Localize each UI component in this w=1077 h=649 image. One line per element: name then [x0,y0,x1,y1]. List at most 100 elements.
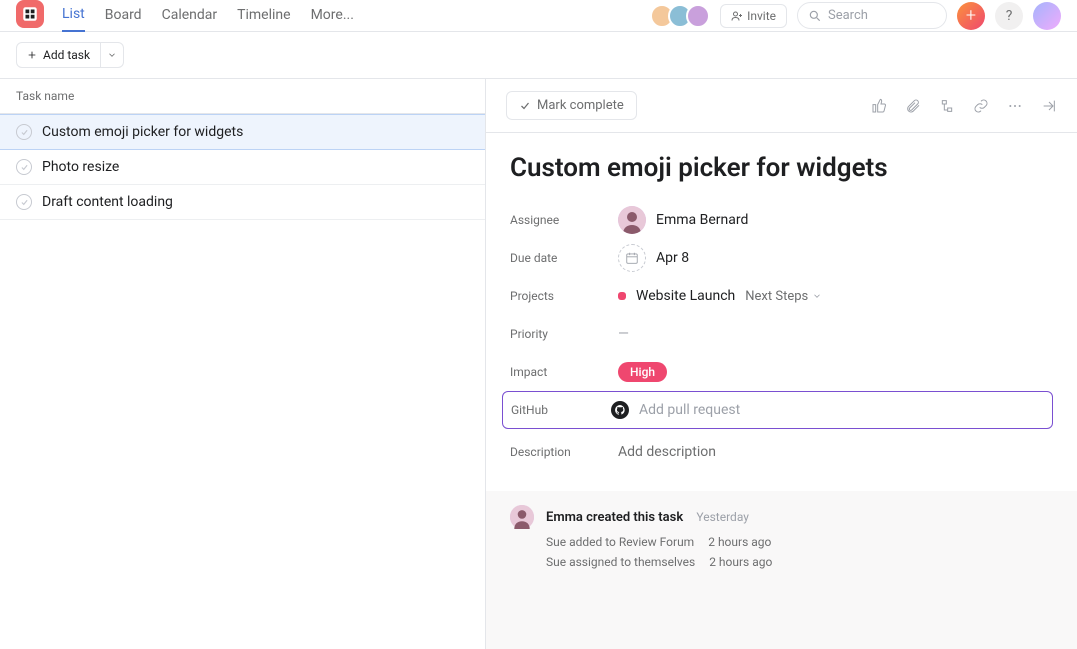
search-input[interactable]: Search [797,2,947,29]
activity-sub-text: Sue assigned to themselves [546,555,695,569]
detail-action-icons [871,98,1057,114]
search-icon [808,9,822,23]
task-detail-pane: Mark complete Custom emoji picker for wi… [485,79,1077,649]
activity-text: Emma created this task Yesterday [546,510,749,525]
person-plus-icon [731,10,743,22]
impact-label: Impact [510,365,618,379]
detail-toolbar: Mark complete [486,79,1077,133]
field-assignee[interactable]: Assignee Emma Bernard [510,201,1053,239]
toolbar: Add task [0,32,1077,79]
like-button[interactable] [871,98,887,114]
field-due-date[interactable]: Due date Apr 8 [510,239,1053,277]
top-bar: List Board Calendar Timeline More... Inv… [0,0,1077,32]
tab-list[interactable]: List [62,0,85,32]
tab-more[interactable]: More... [311,1,354,31]
task-row[interactable]: Draft content loading [0,185,485,220]
activity-sub-time: 2 hours ago [708,535,771,549]
avatar-icon [510,505,534,529]
impact-badge: High [618,362,667,382]
help-button[interactable]: ? [995,2,1023,30]
paperclip-icon [905,98,921,114]
activity-time: Yesterday [696,510,749,524]
task-name: Photo resize [42,159,119,175]
current-user-avatar[interactable] [1033,2,1061,30]
assignee-label: Assignee [510,213,618,227]
add-task-label: Add task [43,48,90,62]
mark-complete-button[interactable]: Mark complete [506,91,637,120]
tab-timeline[interactable]: Timeline [237,1,290,31]
link-icon [973,98,989,114]
description-placeholder: Add description [618,444,716,460]
check-icon [20,198,29,207]
project-icon[interactable] [16,0,44,28]
activity-sub-time: 2 hours ago [709,555,772,569]
project-color-dot [618,292,626,300]
attachment-button[interactable] [905,98,921,114]
github-placeholder: Add pull request [639,402,740,418]
more-horizontal-icon [1007,98,1023,114]
description-label: Description [510,445,618,459]
invite-button[interactable]: Invite [720,4,787,28]
add-task-button[interactable]: Add task [16,42,101,68]
projects-label: Projects [510,289,618,303]
close-detail-button[interactable] [1041,98,1057,114]
tab-board[interactable]: Board [105,1,142,31]
search-placeholder: Search [828,8,868,23]
detail-body: Custom emoji picker for widgets Assignee… [486,133,1077,491]
invite-label: Invite [747,9,776,23]
member-avatars[interactable] [656,4,710,28]
activity-actor: Emma [546,510,583,525]
avatar-icon [618,206,646,234]
add-task-split-button: Add task [16,42,124,68]
assignee-name: Emma Bernard [656,212,748,228]
thumbs-up-icon [871,98,887,114]
assignee-avatar [618,206,646,234]
copy-link-button[interactable] [973,98,989,114]
project-section-dropdown[interactable]: Next Steps [745,289,822,304]
check-icon [20,163,29,172]
check-icon [20,128,29,137]
due-date-value: Apr 8 [656,250,689,266]
due-date-label: Due date [510,251,618,265]
plus-icon [27,50,37,60]
complete-toggle[interactable] [16,159,32,175]
more-actions-button[interactable] [1007,98,1023,114]
check-icon [519,100,531,112]
priority-label: Priority [510,327,618,341]
main-split: Task name Custom emoji picker for widget… [0,79,1077,649]
complete-toggle[interactable] [16,124,32,140]
field-impact[interactable]: Impact High [510,353,1053,391]
subtask-button[interactable] [939,98,955,114]
activity-action: created this task [586,510,683,525]
task-title[interactable]: Custom emoji picker for widgets [510,153,1053,183]
activity-feed: Emma created this task Yesterday Sue add… [486,491,1077,649]
activity-avatar [510,505,534,529]
add-task-dropdown[interactable] [101,42,124,68]
task-list-pane: Task name Custom emoji picker for widget… [0,79,485,649]
topbar-right: Invite Search + ? [656,2,1061,30]
mark-complete-label: Mark complete [537,98,624,113]
activity-sub-text: Sue added to Review Forum [546,535,694,549]
activity-sub-entry: Sue added to Review Forum 2 hours ago [546,535,1053,549]
field-projects[interactable]: Projects Website Launch Next Steps [510,277,1053,315]
chevron-down-icon [107,50,117,60]
activity-sub-entry: Sue assigned to themselves 2 hours ago [546,555,1053,569]
task-row[interactable]: Photo resize [0,150,485,185]
github-label: GitHub [511,403,611,417]
complete-toggle[interactable] [16,194,32,210]
column-header-name: Task name [0,79,485,114]
field-description[interactable]: Description Add description [510,433,1053,471]
project-section-label: Next Steps [745,289,808,304]
task-row[interactable]: Custom emoji picker for widgets [0,114,485,150]
project-glyph-icon [21,5,39,23]
chevron-down-icon [812,291,822,301]
priority-value: — [618,326,629,342]
tab-calendar[interactable]: Calendar [162,1,218,31]
arrow-collapse-icon [1041,98,1057,114]
project-name: Website Launch [636,288,735,304]
field-priority[interactable]: Priority — [510,315,1053,353]
member-avatar [686,4,710,28]
global-add-button[interactable]: + [957,2,985,30]
field-github[interactable]: GitHub Add pull request [502,391,1053,429]
activity-entry: Emma created this task Yesterday [510,505,1053,529]
